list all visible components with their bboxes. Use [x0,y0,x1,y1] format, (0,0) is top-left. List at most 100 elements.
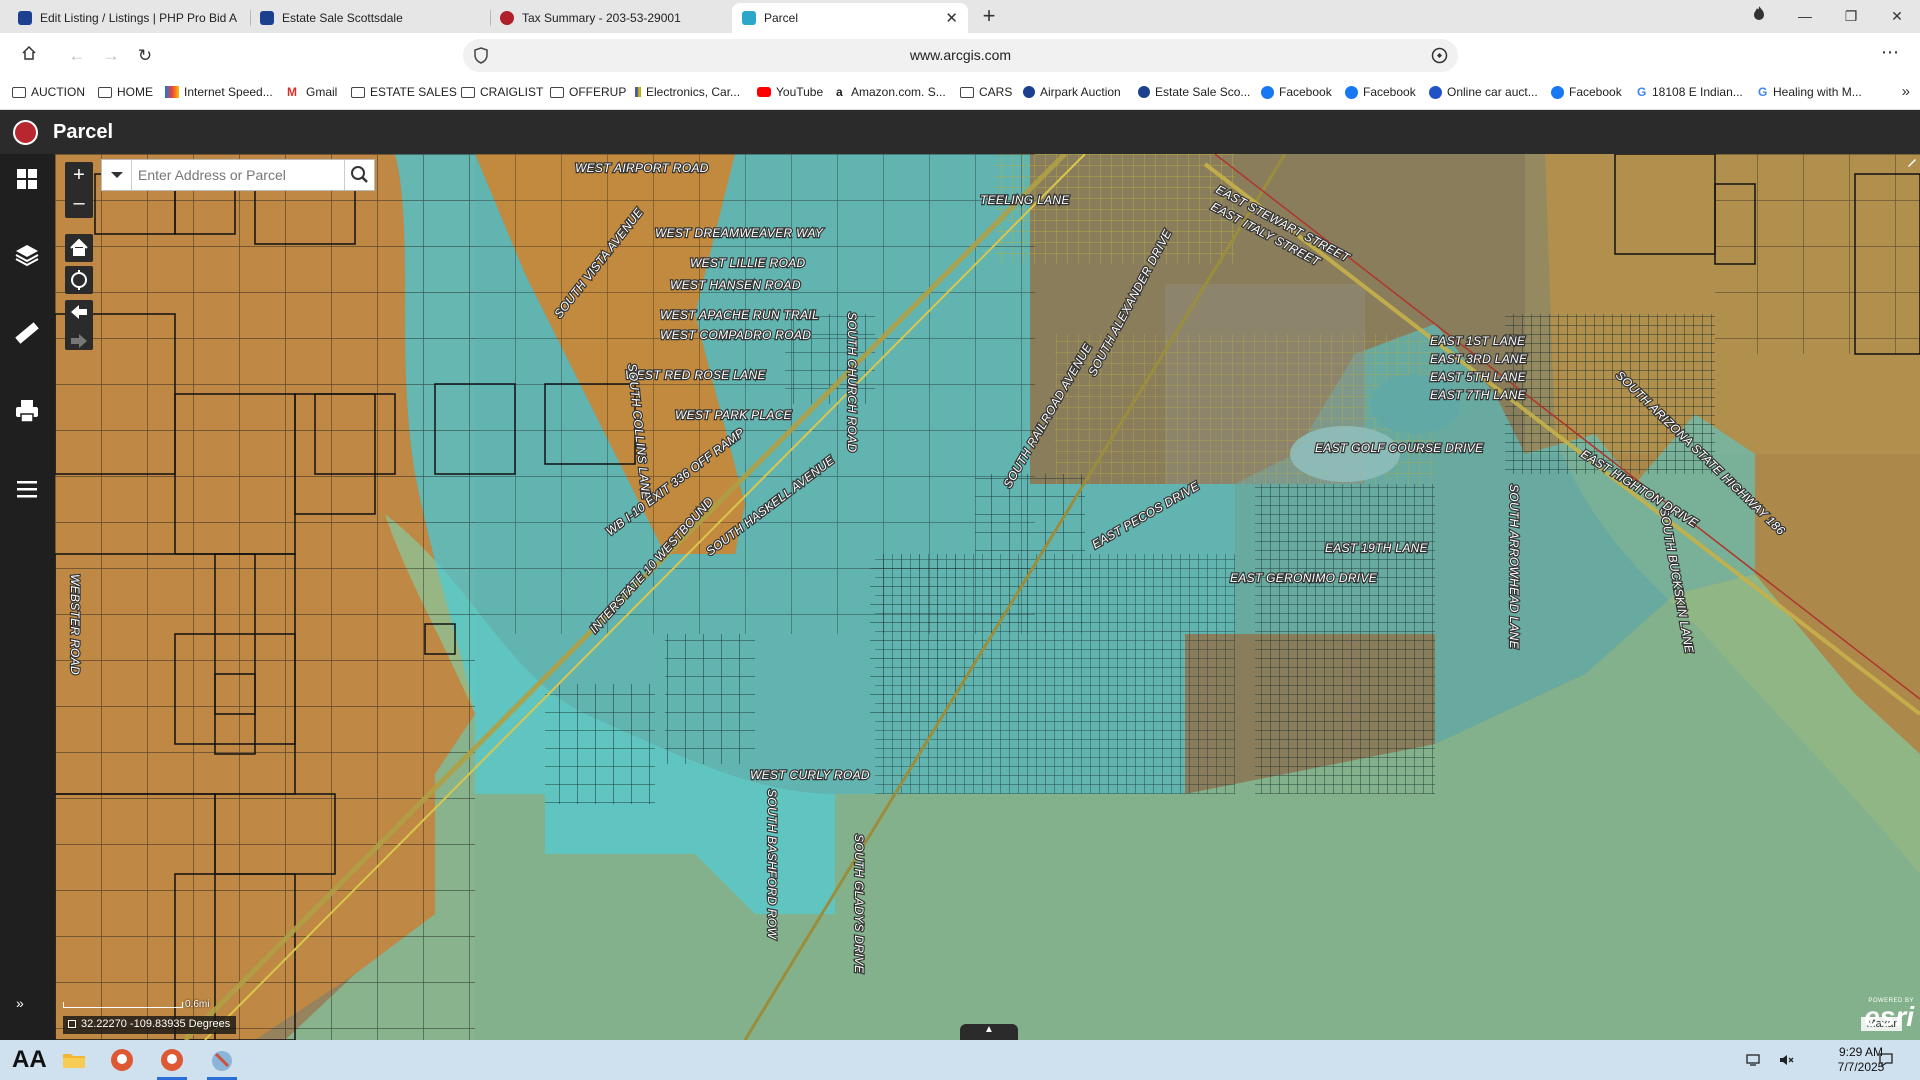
search-button[interactable] [344,160,374,190]
coordinate-toggle-icon [68,1020,76,1028]
url-text: www.arcgis.com [909,47,1012,63]
legend-list-icon[interactable] [12,474,42,504]
bookmark-link[interactable]: Facebook [1261,85,1332,99]
bookmark-link[interactable]: a Amazon.com. S... [836,85,946,99]
bookmark-folder[interactable]: AUCTION [12,85,85,99]
road-label: WEST CURLY ROAD [750,768,870,782]
minimize-icon[interactable]: — [1782,0,1828,33]
search-input[interactable] [138,161,338,189]
road-label: EAST GOLF COURSE DRIVE [1315,441,1484,455]
bookmark-label: Online car auct... [1447,85,1538,99]
expand-rail-icon[interactable]: » [16,995,24,1011]
home-icon[interactable] [15,42,43,70]
next-extent-icon[interactable] [65,329,93,353]
folder-icon [98,86,112,98]
brave-rewards-icon[interactable] [1736,0,1782,33]
previous-extent-icon[interactable] [65,300,93,324]
coordinate-readout[interactable]: 32.22270 -109.83935 Degrees [63,1016,237,1034]
bookmark-folder[interactable]: OFFERUP [550,85,626,99]
browser-tab-active[interactable]: Parcel ✕ [732,3,968,33]
file-explorer-icon[interactable] [60,1046,88,1074]
forward-icon[interactable]: → [97,42,125,70]
google-icon: G [1637,85,1647,99]
browser-tab[interactable]: Edit Listing / Listings | PHP Pro Bid A [8,3,250,33]
windows-taskbar: AA 9:29 AM 7/7/2025 [0,1040,1920,1080]
bookmark-folder[interactable]: CRAIGLIST [461,85,543,99]
map-view[interactable]: WEST AIRPORT ROAD WEST DREAMWEAVER WAY W… [55,154,1920,1040]
leo-ai-icon[interactable] [1431,47,1448,64]
network-icon[interactable] [1745,1052,1761,1068]
restore-icon[interactable]: ❐ [1828,0,1874,33]
duckduckgo-browser-icon[interactable] [158,1046,186,1074]
zoom-in-button[interactable]: + [65,162,93,190]
bookmark-label: AUCTION [31,85,85,99]
edit-icon[interactable] [1906,156,1918,168]
bookmark-link[interactable]: G 18108 E Indian... [1637,85,1743,99]
zoom-out-button[interactable]: – [65,190,93,218]
close-tab-icon[interactable]: ✕ [945,9,958,27]
browser-tab[interactable]: Estate Sale Scottsdale [250,3,490,33]
bookmark-link[interactable]: Electronics, Car... [635,85,740,99]
search-source-dropdown[interactable] [102,160,132,190]
bookmark-link[interactable]: Estate Sale Sco... [1138,85,1250,99]
back-icon[interactable]: ← [63,42,91,70]
arcgis-favicon-icon [742,11,756,25]
folder-icon [351,86,365,98]
youtube-icon [757,87,771,97]
my-location-button[interactable] [65,266,93,294]
search-icon [351,166,368,183]
browser-tab[interactable]: Tax Summary - 203-53-29001 [490,3,730,33]
measure-ruler-icon[interactable] [12,318,42,348]
browser-tab-strip: Edit Listing / Listings | PHP Pro Bid A … [0,0,1920,33]
bookmark-folder[interactable]: HOME [98,85,153,99]
road-label: WEST COMPADRO ROAD [660,328,811,342]
bookmark-link[interactable]: Facebook [1345,85,1416,99]
bookmark-link[interactable]: Online car auct... [1429,85,1538,99]
notifications-icon[interactable] [1878,1052,1894,1068]
browser-menu-icon[interactable]: ⋯ [1881,42,1900,63]
paint-app-icon[interactable] [208,1046,236,1074]
road-label: WEST DREAMWEAVER WAY [655,226,824,240]
browser-nav-bar: ← → ↻ www.arcgis.com ⋯ [0,33,1920,78]
bookmark-label: Airpark Auction [1040,85,1121,99]
bookmark-link[interactable]: G Healing with M... [1758,85,1862,99]
chevron-down-icon [111,172,123,178]
bookmark-label: CRAIGLIST [480,85,544,99]
bookmark-link[interactable]: M Gmail [287,85,337,99]
app-title: Parcel [53,121,114,143]
duckduckgo-icon[interactable] [108,1046,136,1074]
bookmark-label: HOME [117,85,153,99]
default-extent-button[interactable] [65,234,93,262]
subdivision-grid-c [665,634,755,764]
more-bookmarks-icon[interactable]: » [1902,83,1910,100]
tab-label: Edit Listing / Listings | PHP Pro Bid A [40,11,237,25]
bookmark-label: Amazon.com. S... [851,85,946,99]
widget-rail: » [0,154,55,1040]
accessibility-aa-icon[interactable]: AA [12,1046,47,1074]
esri-brand: esri [1864,1001,1914,1032]
amazon-icon: a [836,85,843,99]
bookmark-label: 18108 E Indian... [1652,85,1743,99]
print-icon[interactable] [12,396,42,426]
bookmark-folder[interactable]: CARS [960,85,1012,99]
bookmark-folder[interactable]: ESTATE SALES [351,85,457,99]
close-window-icon[interactable]: ✕ [1874,0,1920,33]
road-label: SOUTH GLADYS DRIVE [852,834,866,974]
road-label: EAST 1ST LANE [1430,334,1526,348]
address-bar[interactable]: www.arcgis.com [463,39,1458,72]
speaker-muted-icon[interactable] [1778,1052,1794,1068]
bookmark-label: YouTube [776,85,824,99]
estate-sale-icon [1138,86,1150,98]
bookmark-link[interactable]: YouTube [757,85,823,99]
bottom-panel-toggle[interactable]: ▲ [960,1024,1018,1040]
reload-icon[interactable]: ↻ [131,42,159,70]
bookmark-link[interactable]: Internet Speed... [165,85,273,99]
tax-summary-favicon-icon [500,11,514,25]
new-tab-button[interactable]: + [975,4,1003,30]
parcel-map[interactable]: WEST AIRPORT ROAD WEST DREAMWEAVER WAY W… [55,154,1920,1040]
apps-grid-icon[interactable] [12,164,42,194]
bookmark-link[interactable]: Airpark Auction [1023,85,1121,99]
layers-icon[interactable] [12,240,42,270]
road-label: SOUTH CHURCH ROAD [845,312,859,452]
bookmark-link[interactable]: Facebook [1551,85,1622,99]
